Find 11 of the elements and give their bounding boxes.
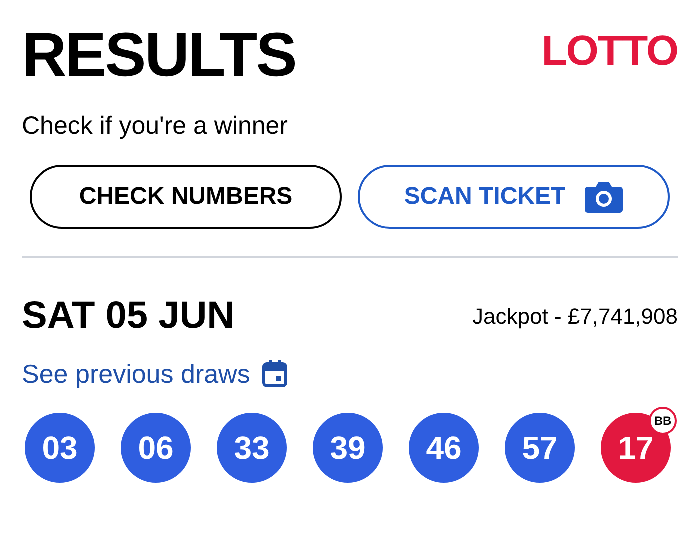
jackpot-amount: Jackpot - £7,741,908 — [472, 302, 678, 331]
calendar-icon — [262, 360, 288, 388]
page-title: RESULTS — [22, 22, 296, 90]
subtitle: Check if you're a winner — [22, 111, 290, 142]
check-numbers-button[interactable]: CHECK NUMBERS — [30, 165, 342, 229]
scan-ticket-button[interactable]: SCAN TICKET — [358, 165, 670, 229]
logo: LOTTO — [542, 28, 678, 74]
previous-draws-link[interactable]: See previous draws — [22, 358, 250, 390]
draw-date: SAT 05 JUN — [22, 294, 235, 338]
bonus-badge: BB — [649, 407, 677, 435]
camera-icon — [584, 180, 624, 214]
